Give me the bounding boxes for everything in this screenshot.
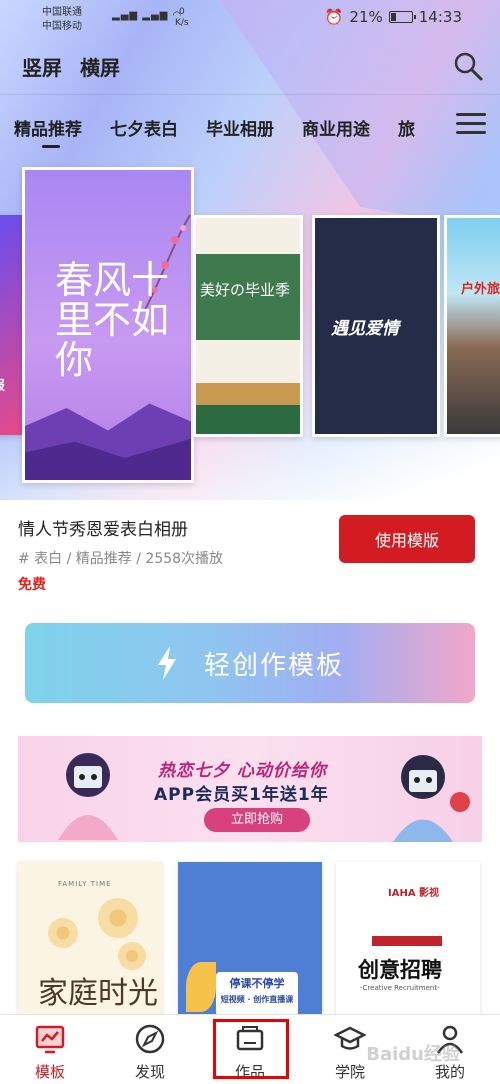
template-card[interactable]: 报 — [0, 215, 22, 435]
quick-create-button[interactable]: 轻创作模板 — [25, 623, 475, 703]
watermark: Baidu经验 — [366, 1044, 460, 1065]
landscape-tab[interactable]: 横屏 — [80, 52, 120, 81]
banner-cta-button[interactable]: 立即抢购 — [204, 808, 310, 832]
lightning-icon — [157, 646, 176, 680]
battery-icon — [388, 11, 416, 23]
carrier-1: 中国联通 — [42, 7, 82, 18]
template-thumbnail[interactable]: FAMILY TIME 家庭时光 — [18, 862, 162, 1022]
banner-headline: 热恋七夕 心动价给你 — [158, 761, 327, 781]
carrier-info: 中国联通 中国移动 — [42, 6, 82, 34]
carrier-2: 中国移动 — [42, 21, 82, 32]
card-title: 春风十里不如你 — [55, 258, 170, 382]
thumbnail-title: 创意招聘 — [358, 958, 442, 982]
category-tab[interactable]: 精品推荐 — [14, 115, 82, 148]
category-tab[interactable]: 旅 — [398, 115, 415, 140]
thumbnail-subtitle: -Creative Recruitment- — [360, 984, 440, 992]
template-grid: FAMILY TIME 家庭时光 停课不停学 短视频 · 创作直播课 IAHA … — [18, 862, 482, 1022]
search-button[interactable] — [452, 50, 484, 82]
status-bar: 中国联通 中国移动 ▂▄▆ ▂▄▆ ◠ 0 K/s ⏰ 21% 14:33 — [0, 0, 500, 38]
banner-offer: APP会员买1年送1年 — [154, 785, 329, 805]
tab-templates[interactable]: 模板 — [0, 1015, 100, 1084]
category-tab[interactable]: 商业用途 — [302, 115, 370, 140]
template-price: 免费 — [18, 577, 46, 593]
clock: 14:33 — [418, 8, 462, 26]
character-boy-icon — [393, 755, 470, 842]
category-tab[interactable]: 七夕表白 — [110, 115, 178, 140]
highlight-box — [213, 1019, 289, 1079]
tab-discover[interactable]: 发现 — [100, 1015, 200, 1084]
quick-create-label: 轻创作模板 — [203, 650, 344, 681]
template-card[interactable]: 户外旅 — [444, 215, 500, 437]
compass-icon — [135, 1024, 165, 1054]
template-card-selected[interactable]: 春风十里不如你 — [22, 167, 194, 483]
template-info: 情人节秀恩爱表白相册 # 表白 / 精品推荐 / 2558次播放 免费 使用模版 — [18, 515, 482, 595]
use-template-button[interactable]: 使用模版 — [339, 515, 475, 563]
thumbnail-brand: IAHA 影视 — [388, 888, 440, 899]
category-tab[interactable]: 毕业相册 — [206, 115, 274, 140]
network-speed: 0 K/s — [175, 7, 189, 28]
thumbnail-title: 家庭时光 — [38, 976, 158, 1011]
battery-percent: 21% — [349, 8, 383, 26]
graduation-cap-icon — [334, 1026, 366, 1050]
menu-icon[interactable] — [456, 113, 486, 135]
thumbnail-title: 停课不停学 短视频 · 创作直播课 — [216, 972, 298, 1016]
character-girl-icon — [58, 753, 118, 840]
status-right: ⏰ 21% 14:33 — [325, 8, 462, 26]
card-title: 遇见爱情 — [331, 319, 399, 339]
category-tabs: 精品推荐 七夕表白 毕业相册 商业用途 旅 — [14, 115, 415, 148]
search-icon — [454, 52, 483, 81]
template-chart-icon — [35, 1025, 65, 1054]
category-bar: 精品推荐 七夕表白 毕业相册 商业用途 旅 — [0, 94, 500, 152]
alarm-icon: ⏰ — [324, 8, 344, 26]
promo-banner[interactable]: 热恋七夕 心动价给你 APP会员买1年送1年 立即抢购 — [18, 736, 482, 842]
card-title: 户外旅 — [461, 282, 500, 297]
template-thumbnail[interactable]: 停课不停学 短视频 · 创作直播课 — [178, 862, 322, 1022]
card-title: 美好の毕业季 — [200, 281, 291, 299]
template-carousel[interactable]: 报 春风十里不如你 美好の毕业季 遇见爱情 户外旅 — [0, 165, 500, 495]
orientation-toggle: 竖屏 横屏 — [22, 52, 120, 81]
portrait-tab[interactable]: 竖屏 — [22, 52, 62, 81]
template-card[interactable]: 遇见爱情 — [312, 215, 440, 437]
template-thumbnail[interactable]: IAHA 影视 创意招聘 -Creative Recruitment- — [336, 862, 480, 1022]
template-card[interactable]: 美好の毕业季 — [193, 215, 303, 437]
signal-icon: ▂▄▆ ▂▄▆ ◠ — [112, 10, 183, 21]
